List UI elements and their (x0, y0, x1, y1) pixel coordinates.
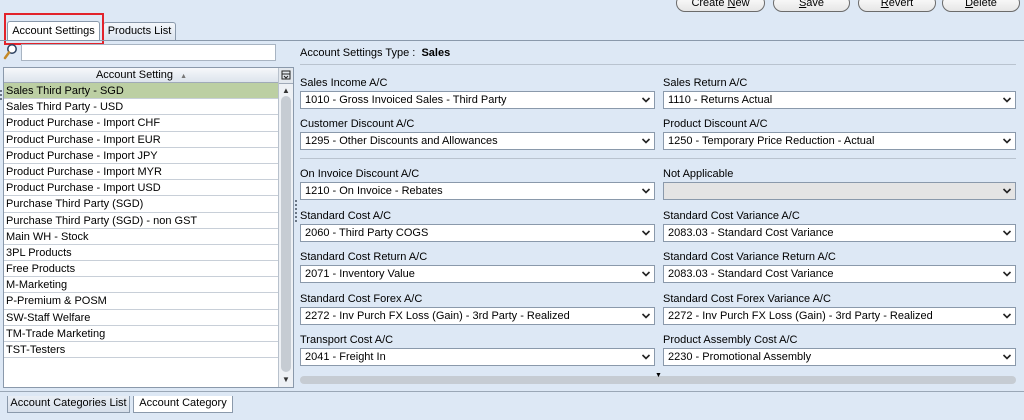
standard-cost-forex-variance-a-c-select[interactable]: 2272 - Inv Purch FX Loss (Gain) - 3rd Pa… (663, 307, 1016, 325)
list-item[interactable]: 3PL Products (4, 245, 279, 262)
product-assembly-cost-a-c-value: 2230 - Promotional Assembly (668, 351, 812, 363)
account-setting-list: Account Setting ▲ Sales Third Party - SG… (3, 67, 294, 388)
list-item[interactable]: Product Purchase - Import EUR (4, 132, 279, 148)
sales-return-a-c-select[interactable]: 1110 - Returns Actual (663, 91, 1016, 109)
column-header-label: Account Setting (95, 69, 174, 81)
settings-type-value: Sales (421, 47, 451, 59)
standard-cost-variance-return-a-c-label: Standard Cost Variance Return A/C (663, 251, 836, 263)
list-item[interactable]: TM-Trade Marketing (4, 326, 279, 342)
on-invoice-discount-a-c-value: 1210 - On Invoice - Rebates (305, 185, 443, 197)
scroll-down-icon[interactable]: ▼ (279, 372, 293, 387)
list-item[interactable]: Product Purchase - Import JPY (4, 148, 279, 164)
list-item[interactable]: M-Marketing (4, 277, 279, 294)
list-item[interactable]: SW-Staff Welfare (4, 310, 279, 326)
standard-cost-a-c-select[interactable]: 2060 - Third Party COGS (300, 224, 655, 242)
chevron-down-icon[interactable] (641, 349, 651, 365)
on-invoice-discount-a-c-select[interactable]: 1210 - On Invoice - Rebates (300, 182, 655, 200)
chevron-down-icon[interactable] (1002, 266, 1012, 282)
customer-discount-a-c-value: 1295 - Other Discounts and Allowances (305, 135, 498, 147)
product-assembly-cost-a-c-select[interactable]: 2230 - Promotional Assembly (663, 348, 1016, 366)
list-vertical-scrollbar[interactable]: ▲ ▼ (278, 68, 293, 387)
not-applicable-select[interactable] (663, 182, 1016, 200)
chevron-down-icon[interactable] (641, 92, 651, 108)
standard-cost-return-a-c-label: Standard Cost Return A/C (300, 251, 428, 263)
tab-products-list[interactable]: Products List (103, 22, 176, 40)
tab-account-category[interactable]: Account Category (133, 396, 233, 413)
chevron-down-icon[interactable] (641, 266, 651, 282)
chevron-down-icon[interactable] (1002, 92, 1012, 108)
settings-type-label: Account Settings Type : Sales (300, 47, 451, 59)
standard-cost-forex-a-c-select[interactable]: 2272 - Inv Purch FX Loss (Gain) - 3rd Pa… (300, 307, 655, 325)
sales-income-a-c-value: 1010 - Gross Invoiced Sales - Third Part… (305, 94, 507, 106)
product-discount-a-c-label: Product Discount A/C (663, 118, 768, 130)
sort-ascending-icon: ▲ (180, 73, 188, 80)
sales-return-a-c-value: 1110 - Returns Actual (668, 94, 773, 106)
transport-cost-a-c-value: 2041 - Freight In (305, 351, 386, 363)
list-item[interactable]: Sales Third Party - USD (4, 99, 279, 116)
list-item[interactable]: Main WH - Stock (4, 229, 279, 245)
sales-income-a-c-label: Sales Income A/C (300, 77, 388, 89)
chevron-down-icon[interactable] (1002, 308, 1012, 324)
left-splitter-grip[interactable] (0, 90, 2, 102)
list-item[interactable]: Product Purchase - Import USD (4, 180, 279, 197)
product-discount-a-c-select[interactable]: 1250 - Temporary Price Reduction - Actua… (663, 132, 1016, 150)
not-applicable-label: Not Applicable (663, 168, 734, 180)
standard-cost-variance-a-c-label: Standard Cost Variance A/C (663, 210, 800, 222)
standard-cost-forex-variance-a-c-value: 2272 - Inv Purch FX Loss (Gain) - 3rd Pa… (668, 310, 933, 322)
chevron-down-icon[interactable] (641, 183, 651, 199)
standard-cost-a-c-label: Standard Cost A/C (300, 210, 392, 222)
customer-discount-a-c-label: Customer Discount A/C (300, 118, 415, 130)
standard-cost-forex-a-c-value: 2272 - Inv Purch FX Loss (Gain) - 3rd Pa… (305, 310, 570, 322)
on-invoice-discount-a-c-label: On Invoice Discount A/C (300, 168, 420, 180)
list-item[interactable]: TST-Testers (4, 342, 279, 359)
scroll-thumb[interactable] (281, 96, 291, 372)
list-item[interactable]: Product Purchase - Import MYR (4, 164, 279, 181)
column-header-account-setting[interactable]: Account Setting ▲ (4, 68, 279, 83)
form-divider-middle (300, 158, 1016, 159)
chevron-down-icon[interactable] (641, 225, 651, 241)
customer-discount-a-c-select[interactable]: 1295 - Other Discounts and Allowances (300, 132, 655, 150)
list-item[interactable]: Product Purchase - Import CHF (4, 115, 279, 132)
column-chooser-icon[interactable] (279, 68, 293, 84)
transport-cost-a-c-label: Transport Cost A/C (300, 334, 394, 346)
save-button[interactable]: Save (773, 0, 850, 12)
standard-cost-forex-a-c-label: Standard Cost Forex A/C (300, 293, 423, 305)
list-item[interactable]: Purchase Third Party (SGD) (4, 196, 279, 213)
chevron-down-icon[interactable] (641, 133, 651, 149)
create-new-button[interactable]: Create New (676, 0, 765, 12)
delete-button[interactable]: Delete (942, 0, 1020, 12)
search-input[interactable] (21, 44, 276, 61)
standard-cost-a-c-value: 2060 - Third Party COGS (305, 227, 429, 239)
transport-cost-a-c-select[interactable]: 2041 - Freight In (300, 348, 655, 366)
standard-cost-return-a-c-select[interactable]: 2071 - Inventory Value (300, 265, 655, 283)
sales-return-a-c-label: Sales Return A/C (663, 77, 748, 89)
standard-cost-variance-a-c-value: 2083.03 - Standard Cost Variance (668, 227, 834, 239)
list-item[interactable]: Free Products (4, 261, 279, 278)
form-divider-top (300, 64, 1016, 65)
chevron-down-icon[interactable] (1002, 183, 1012, 199)
form-horizontal-scrollbar[interactable]: ▼ (300, 372, 1016, 384)
standard-cost-return-a-c-value: 2071 - Inventory Value (305, 268, 415, 280)
product-assembly-cost-a-c-label: Product Assembly Cost A/C (663, 334, 798, 346)
sales-income-a-c-select[interactable]: 1010 - Gross Invoiced Sales - Third Part… (300, 91, 655, 109)
chevron-down-icon[interactable] (1002, 133, 1012, 149)
revert-button[interactable]: Revert (858, 0, 936, 12)
tab-strip-border (0, 40, 1024, 41)
standard-cost-forex-variance-a-c-label: Standard Cost Forex Variance A/C (663, 293, 831, 305)
list-body: Sales Third Party - SGD Sales Third Party… (4, 83, 279, 359)
standard-cost-variance-return-a-c-select[interactable]: 2083.03 - Standard Cost Variance (663, 265, 1016, 283)
chevron-down-icon[interactable] (1002, 225, 1012, 241)
scroll-more-icon: ▼ (655, 372, 662, 379)
chevron-down-icon[interactable] (1002, 349, 1012, 365)
standard-cost-variance-return-a-c-value: 2083.03 - Standard Cost Variance (668, 268, 834, 280)
chevron-down-icon[interactable] (641, 308, 651, 324)
list-item[interactable]: Sales Third Party - SGD (4, 83, 279, 100)
panel-splitter-grip[interactable] (295, 200, 297, 222)
search-icon[interactable] (3, 43, 19, 64)
standard-cost-variance-a-c-select[interactable]: 2083.03 - Standard Cost Variance (663, 224, 1016, 242)
list-item[interactable]: P-Premium & POSM (4, 293, 279, 310)
product-discount-a-c-value: 1250 - Temporary Price Reduction - Actua… (668, 135, 875, 147)
tab-account-categories-list[interactable]: Account Categories List (7, 396, 130, 413)
list-item[interactable]: Purchase Third Party (SGD) - non GST (4, 213, 279, 229)
